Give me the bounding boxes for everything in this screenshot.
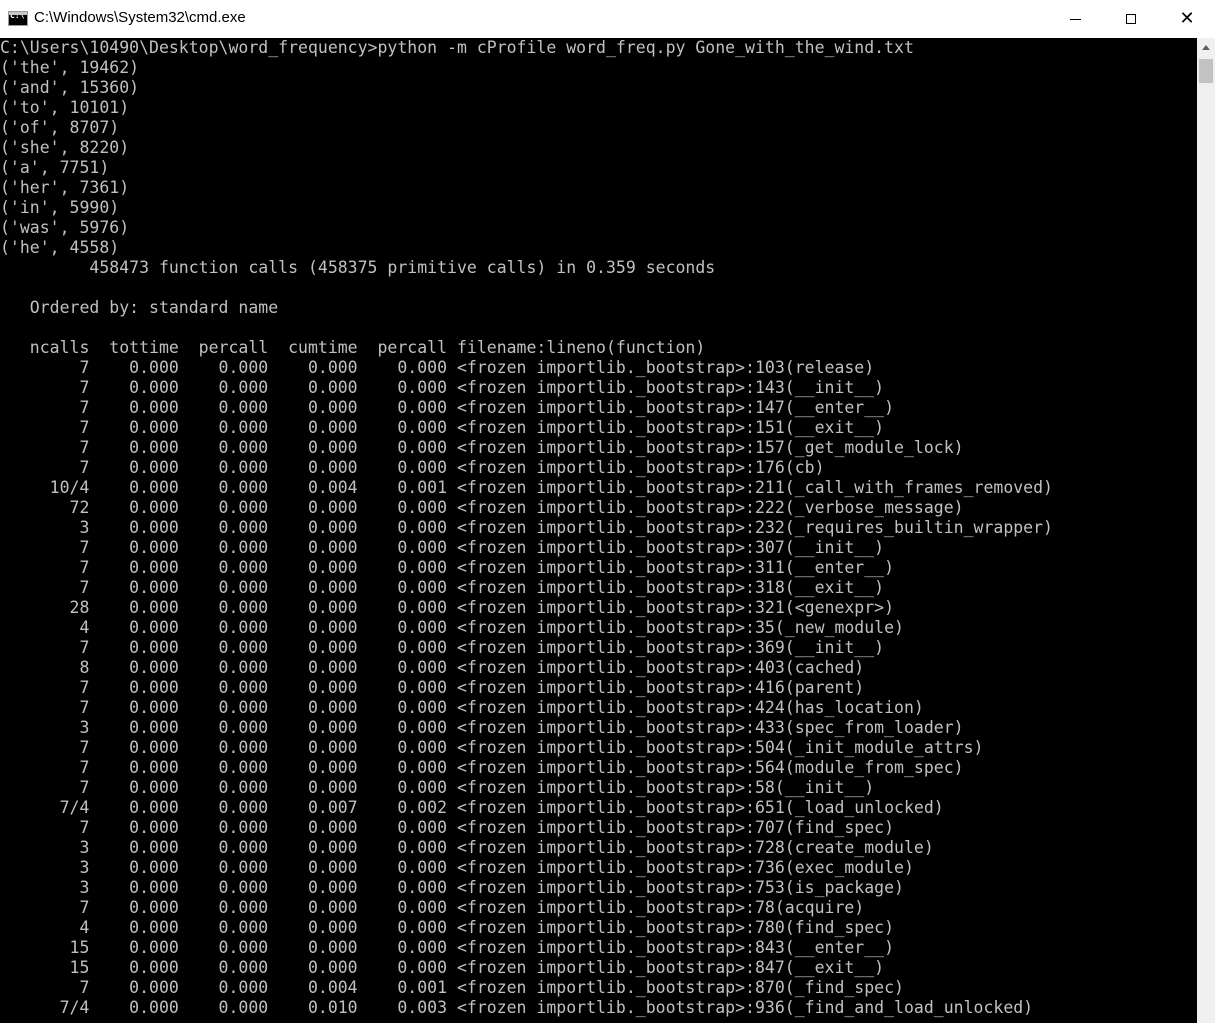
console-line: 7 0.000 0.000 0.000 0.000 <frozen import… (0, 538, 885, 557)
console-line: ('was', 5976) (0, 218, 130, 237)
console-line: ('a', 7751) (0, 158, 110, 177)
console-line: 10/4 0.000 0.000 0.004 0.001 <frozen imp… (0, 478, 1053, 497)
console-line: 7 0.000 0.000 0.000 0.000 <frozen import… (0, 758, 964, 777)
console-line: 7 0.000 0.000 0.000 0.000 <frozen import… (0, 358, 875, 377)
console-line: Ordered by: standard name (0, 298, 279, 317)
console-line: 7 0.000 0.000 0.000 0.000 <frozen import… (0, 458, 825, 477)
console-line: 3 0.000 0.000 0.000 0.000 <frozen import… (0, 858, 914, 877)
console-line: 7/4 0.000 0.000 0.007 0.002 <frozen impo… (0, 798, 944, 817)
console-line: 7 0.000 0.000 0.000 0.000 <frozen import… (0, 698, 924, 717)
close-icon: ✕ (1179, 8, 1195, 29)
console-line: 7 0.000 0.000 0.000 0.000 <frozen import… (0, 558, 895, 577)
console-line: ('she', 8220) (0, 138, 130, 157)
console-line: ('the', 19462) (0, 58, 140, 77)
minimize-icon (1069, 18, 1081, 20)
close-button[interactable]: ✕ (1164, 0, 1210, 38)
console-line: 458473 function calls (458375 primitive … (0, 258, 716, 277)
console-line: ncalls tottime percall cumtime percall f… (0, 338, 706, 357)
console-icon[interactable] (8, 11, 28, 26)
console-line: 7 0.000 0.000 0.000 0.000 <frozen import… (0, 738, 984, 757)
console-line: 7 0.000 0.000 0.000 0.000 <frozen import… (0, 438, 964, 457)
cmd-window: C:\Windows\System32\cmd.exe ✕ C:\Users\1… (0, 0, 1215, 1023)
console-line: C:\Users\10490\Desktop\word_frequency>py… (0, 38, 914, 57)
console-line: 7 0.000 0.000 0.000 0.000 <frozen import… (0, 678, 865, 697)
console-line: ('in', 5990) (0, 198, 120, 217)
console-line: 28 0.000 0.000 0.000 0.000 <frozen impor… (0, 598, 895, 617)
scroll-thumb[interactable] (1199, 59, 1213, 83)
console-line: 3 0.000 0.000 0.000 0.000 <frozen import… (0, 878, 904, 897)
console-line: 4 0.000 0.000 0.000 0.000 <frozen import… (0, 618, 904, 637)
console-line: ('of', 8707) (0, 118, 120, 137)
console-line: 3 0.000 0.000 0.000 0.000 <frozen import… (0, 718, 964, 737)
console-line: 7 0.000 0.000 0.004 0.001 <frozen import… (0, 978, 904, 997)
window-title: C:\Windows\System32\cmd.exe (34, 9, 246, 26)
chevron-up-icon (1202, 44, 1210, 50)
console-line: ('and', 15360) (0, 78, 140, 97)
console-line: ('her', 7361) (0, 178, 130, 197)
minimize-button[interactable] (1052, 0, 1098, 38)
console-line: ('to', 10101) (0, 98, 130, 117)
maximize-icon (1126, 14, 1136, 24)
console-line: 7 0.000 0.000 0.000 0.000 <frozen import… (0, 418, 885, 437)
console-line: 7 0.000 0.000 0.000 0.000 <frozen import… (0, 578, 885, 597)
console-line: 8 0.000 0.000 0.000 0.000 <frozen import… (0, 658, 865, 677)
title-bar[interactable]: C:\Windows\System32\cmd.exe ✕ (0, 0, 1215, 38)
console-line: 7 0.000 0.000 0.000 0.000 <frozen import… (0, 378, 885, 397)
console-line: 4 0.000 0.000 0.000 0.000 <frozen import… (0, 918, 895, 937)
console-line: 7 0.000 0.000 0.000 0.000 <frozen import… (0, 778, 875, 797)
console-line: 3 0.000 0.000 0.000 0.000 <frozen import… (0, 518, 1053, 537)
console-line: 7 0.000 0.000 0.000 0.000 <frozen import… (0, 638, 885, 657)
console-line: 7/4 0.000 0.000 0.010 0.003 <frozen impo… (0, 998, 1034, 1017)
console-line: ('he', 4558) (0, 238, 120, 257)
console-text: C:\Users\10490\Desktop\word_frequency>py… (0, 38, 1197, 1018)
console-line: 15 0.000 0.000 0.000 0.000 <frozen impor… (0, 958, 885, 977)
console-line: 3 0.000 0.000 0.000 0.000 <frozen import… (0, 838, 934, 857)
scroll-up-button[interactable] (1197, 38, 1215, 56)
maximize-button[interactable] (1108, 0, 1154, 38)
console-line: 7 0.000 0.000 0.000 0.000 <frozen import… (0, 398, 895, 417)
console-line: 72 0.000 0.000 0.000 0.000 <frozen impor… (0, 498, 964, 517)
console-line: 15 0.000 0.000 0.000 0.000 <frozen impor… (0, 938, 895, 957)
console-line: 7 0.000 0.000 0.000 0.000 <frozen import… (0, 818, 895, 837)
vertical-scrollbar[interactable] (1197, 38, 1215, 1023)
console-output[interactable]: C:\Users\10490\Desktop\word_frequency>py… (0, 38, 1197, 1023)
console-line: 7 0.000 0.000 0.000 0.000 <frozen import… (0, 898, 865, 917)
